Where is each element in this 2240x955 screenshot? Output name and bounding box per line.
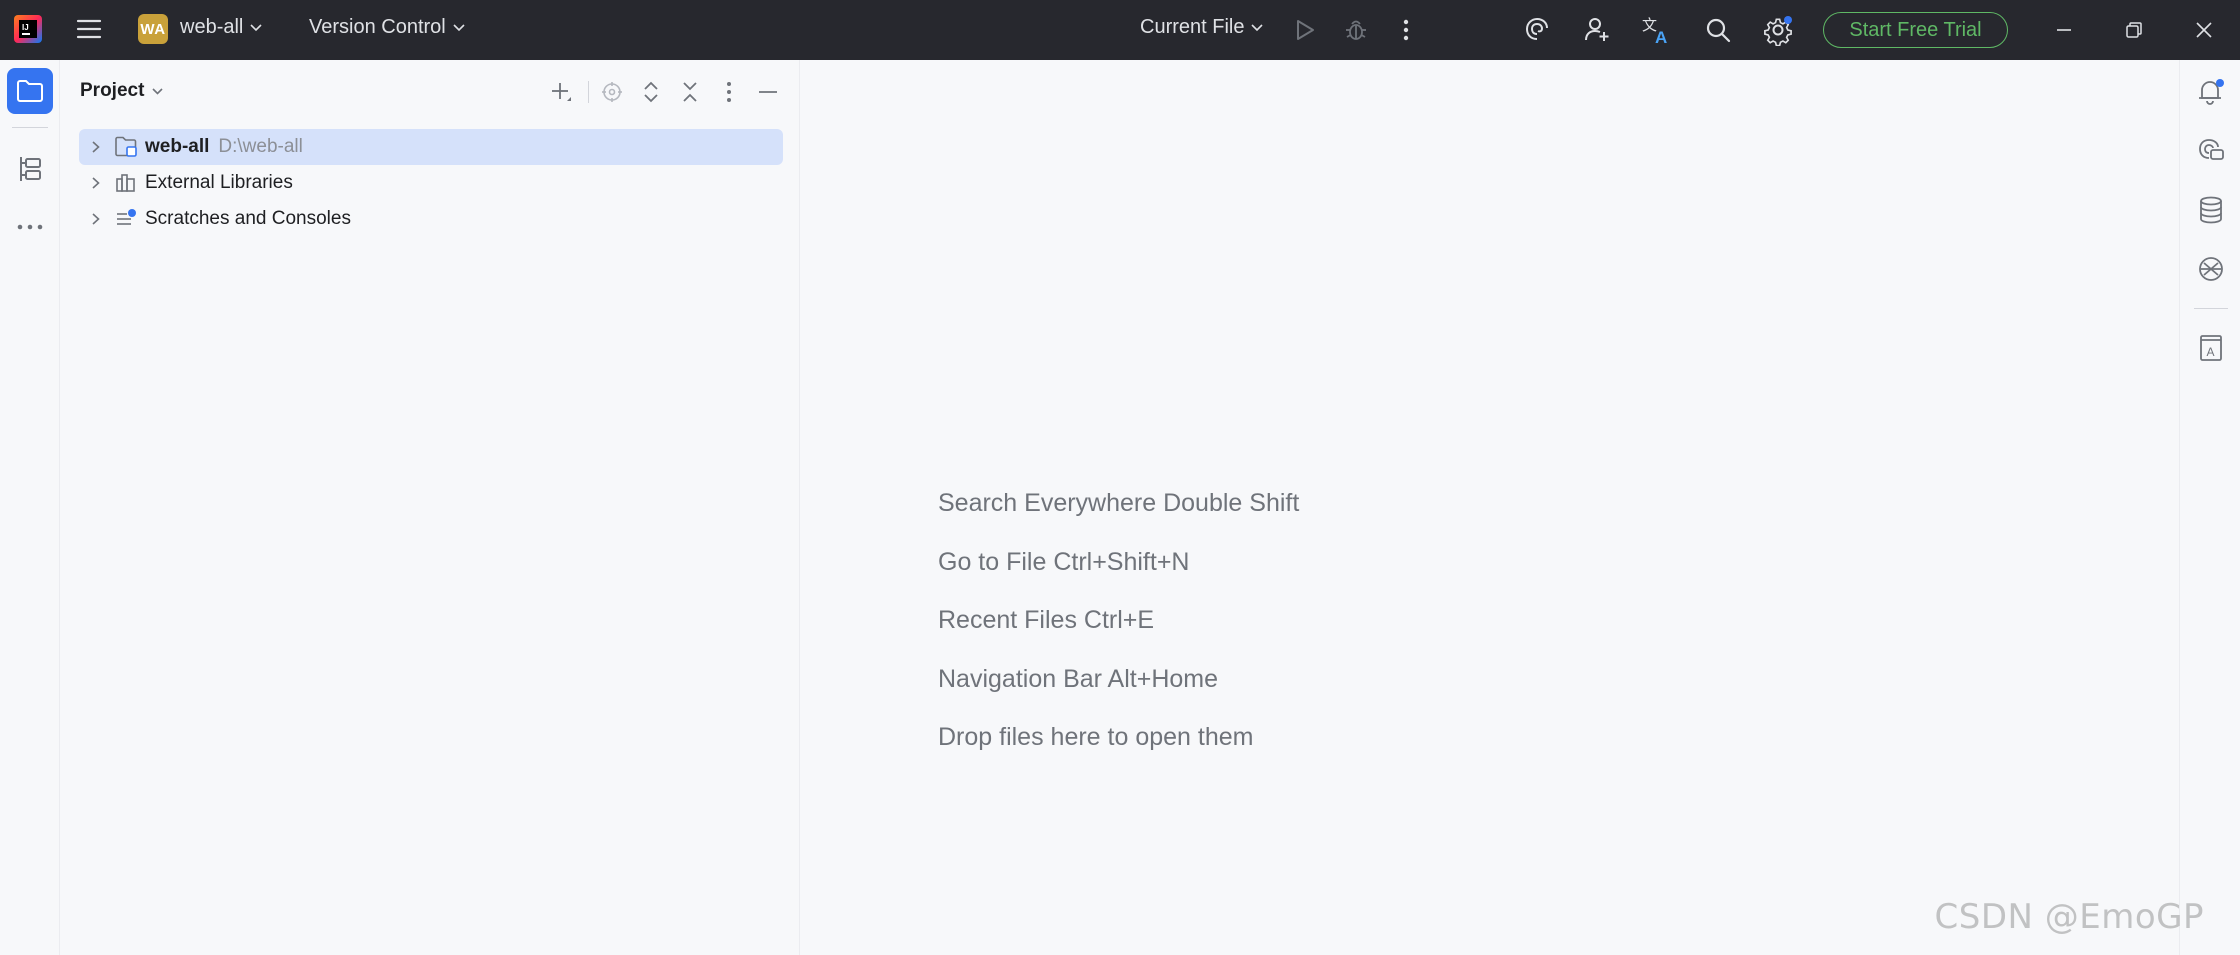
tree-node-web-all[interactable]: web-all D:\web-all [79,129,783,165]
project-view-selector[interactable]: Project [80,80,164,102]
debug-icon[interactable] [1343,16,1369,44]
editor-empty-area[interactable]: Search Everywhere Double Shift Go to Fil… [801,60,2179,955]
title-bar: IJ WA web-all Version Control Current Fi… [0,0,2240,60]
more-horizontal-icon [17,224,43,230]
svg-text:A: A [1655,28,1667,45]
locate-file-icon[interactable] [598,78,626,106]
tree-node-path: D:\web-all [218,136,303,157]
project-tool-button[interactable] [7,68,53,114]
translate-icon[interactable]: 文 A [1641,14,1673,46]
hint-go-to-file: Go to File Ctrl+Shift+N [938,547,1190,576]
svg-text:IJ: IJ [22,23,29,32]
start-free-trial-button[interactable]: Start Free Trial [1823,12,2008,48]
code-with-me-icon[interactable] [1582,14,1612,44]
hint-navigation-bar: Navigation Bar Alt+Home [938,664,1219,693]
right-tool-window-bar: A [2179,60,2240,955]
run-icon[interactable] [1292,16,1318,44]
expand-all-icon[interactable] [637,78,665,106]
project-name: web-all [180,16,244,38]
restore-icon[interactable] [2120,16,2148,44]
chevron-down-icon [453,23,465,31]
project-tree: web-all D:\web-all External Libraries Sc… [79,129,783,237]
ai-chat-icon[interactable] [2194,133,2228,167]
watermark: CSDN @EmoGP [1934,897,2204,937]
copilot-icon[interactable] [2194,252,2228,286]
options-icon[interactable] [715,78,743,106]
hint-recent-files: Recent Files Ctrl+E [938,606,1155,634]
project-tool-window: Project web-all D:\web-all External Libr… [61,60,800,955]
svg-text:A: A [2207,345,2215,359]
scratches-icon [113,207,139,231]
left-tool-window-bar [0,60,60,955]
new-file-icon[interactable] [547,78,575,106]
collapse-all-icon[interactable] [676,78,704,106]
tree-node-label: Scratches and Consoles [145,208,351,229]
intellij-idea-icon[interactable]: IJ [14,15,42,43]
chevron-right-icon[interactable] [83,140,109,154]
run-configuration-selector[interactable]: Current File [1140,16,1264,39]
vcs-label: Version Control [309,16,446,38]
tree-node-scratches[interactable]: Scratches and Consoles [79,201,783,237]
hint-drop-files: Drop files here to open them [938,723,1254,751]
tree-node-external-libraries[interactable]: External Libraries [79,165,783,201]
tree-node-label: External Libraries [145,172,293,193]
vcs-widget[interactable]: Version Control [309,16,466,39]
structure-tool-button[interactable] [7,146,53,192]
chevron-down-icon [250,23,262,31]
tree-node-label: web-all [145,136,210,157]
minimize-icon[interactable] [2050,16,2078,44]
panel-title: Project [80,80,145,101]
close-icon[interactable] [2190,16,2218,44]
hide-panel-icon[interactable] [754,78,782,106]
project-badge[interactable]: WA [138,14,168,44]
hamburger-menu-icon[interactable] [74,14,104,44]
chevron-down-icon [152,87,163,95]
project-widget[interactable]: web-all [180,16,263,39]
more-vertical-icon[interactable] [1396,16,1416,44]
settings-icon[interactable] [1762,14,1794,46]
hint-search-everywhere: Search Everywhere Double Shift [938,489,1300,517]
book-icon[interactable]: A [2194,331,2228,365]
module-folder-icon [113,135,139,159]
project-panel-header: Project [61,60,800,122]
database-icon[interactable] [2194,193,2228,227]
structure-icon [20,157,41,181]
chevron-right-icon[interactable] [83,212,109,226]
chevron-down-icon [1251,23,1264,31]
run-config-label: Current File [1140,16,1245,38]
libraries-icon [113,171,139,195]
ai-assistant-icon[interactable] [1522,14,1552,44]
search-icon[interactable] [1703,15,1733,45]
folder-icon [17,80,43,102]
editor-hints: Search Everywhere Double Shift Go to Fil… [938,474,1299,767]
chevron-right-icon[interactable] [83,176,109,190]
more-tool-windows-button[interactable] [7,204,53,250]
notifications-icon[interactable] [2194,74,2228,108]
